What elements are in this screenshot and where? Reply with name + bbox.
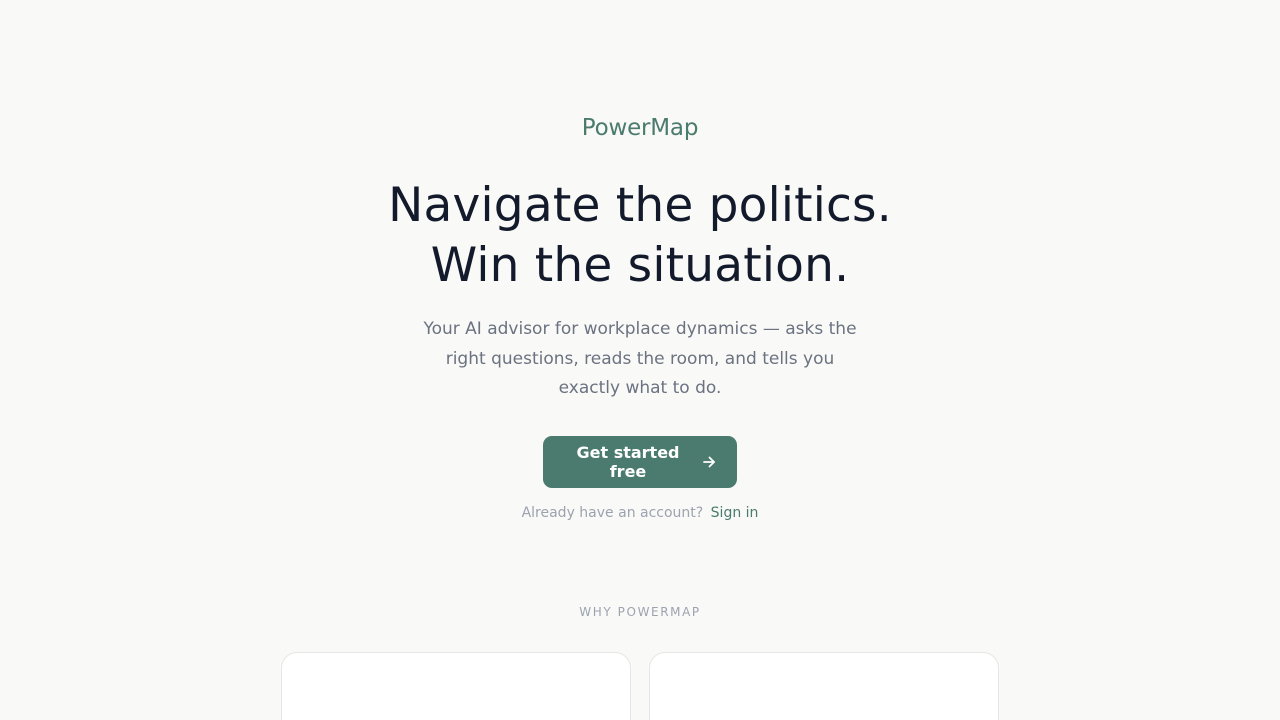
headline-line-1: Navigate the politics. [388,178,892,233]
feature-card [281,652,631,720]
hero-subtitle: Your AI advisor for workplace dynamics —… [423,319,857,398]
headline-line-2: Win the situation. [430,238,850,293]
get-started-button[interactable]: Get started free [543,436,737,488]
get-started-label: Get started free [576,443,680,481]
sign-in-link[interactable]: Sign in [711,505,759,521]
signin-prompt-text: Already have an account? [521,505,704,521]
arrow-right-icon [701,454,717,470]
why-section-label: WHY POWERMAP [579,605,701,619]
feature-card [649,652,999,720]
hero-headline: Navigate the politics. Win the situation… [0,176,1280,296]
brand-logo[interactable]: PowerMap [0,112,1280,144]
signin-prompt: Already have an account? Sign in [0,503,1280,523]
landing-page: PowerMap Navigate the politics. Win the … [0,0,1280,720]
